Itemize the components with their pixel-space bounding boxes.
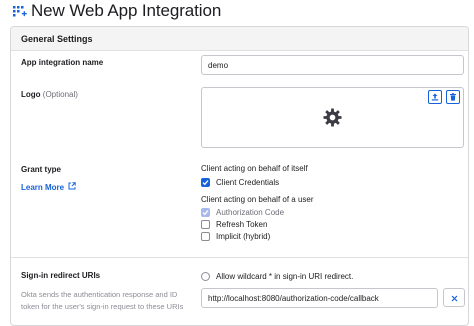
checkbox-checked-disabled-icon [201, 207, 210, 217]
logo-label-text: Logo [21, 90, 41, 99]
on-behalf-itself-heading: Client acting on behalf of itself [201, 164, 308, 173]
app-name-input[interactable] [201, 55, 464, 75]
close-icon [451, 289, 458, 307]
redirect-uris-label: Sign-in redirect URIs [21, 271, 101, 280]
gear-icon [323, 108, 342, 132]
checkbox-empty-icon [201, 271, 210, 281]
refresh-token-label: Refresh Token [216, 219, 268, 229]
allow-wildcard-label: Allow wildcard * in sign-in URI redirect… [216, 271, 354, 281]
client-credentials-checkbox[interactable]: Client Credentials [201, 176, 279, 188]
authorization-code-checkbox[interactable]: Authorization Code [201, 206, 284, 218]
grant-type-label: Grant type [21, 165, 62, 174]
refresh-token-checkbox[interactable]: Refresh Token [201, 218, 267, 230]
logo-label: Logo (Optional) [21, 90, 78, 99]
page-title: New Web App Integration [31, 1, 222, 20]
checkbox-empty-icon [201, 219, 210, 229]
panel-header: General Settings [11, 27, 468, 51]
grid-plus-icon [13, 4, 27, 18]
implicit-hybrid-label: Implicit (hybrid) [216, 231, 271, 241]
upload-button[interactable] [428, 90, 442, 104]
authorization-code-label: Authorization Code [216, 207, 285, 217]
on-behalf-user-heading: Client acting on behalf of a user [201, 195, 314, 204]
learn-more-text: Learn More [21, 182, 65, 192]
external-link-icon [68, 182, 76, 192]
implicit-hybrid-checkbox[interactable]: Implicit (hybrid) [201, 230, 270, 242]
checkbox-empty-icon [201, 231, 210, 241]
app-name-label: App integration name [21, 58, 104, 67]
section-divider [11, 257, 468, 258]
delete-logo-button[interactable] [446, 90, 460, 104]
redirect-uris-description: Okta sends the authentication response a… [21, 290, 184, 311]
checkbox-checked-icon [201, 177, 210, 187]
redirect-uri-input[interactable] [201, 288, 438, 308]
client-credentials-label: Client Credentials [216, 177, 280, 187]
panel-title: General Settings [21, 33, 93, 44]
allow-wildcard-checkbox[interactable]: Allow wildcard * in sign-in URI redirect… [201, 270, 353, 282]
trash-icon [449, 88, 457, 106]
remove-uri-button[interactable] [443, 288, 465, 307]
logo-optional-text: (Optional) [42, 90, 78, 99]
learn-more-link[interactable]: Learn More [21, 182, 76, 192]
upload-icon [431, 88, 439, 106]
page-header: New Web App Integration [13, 0, 221, 22]
